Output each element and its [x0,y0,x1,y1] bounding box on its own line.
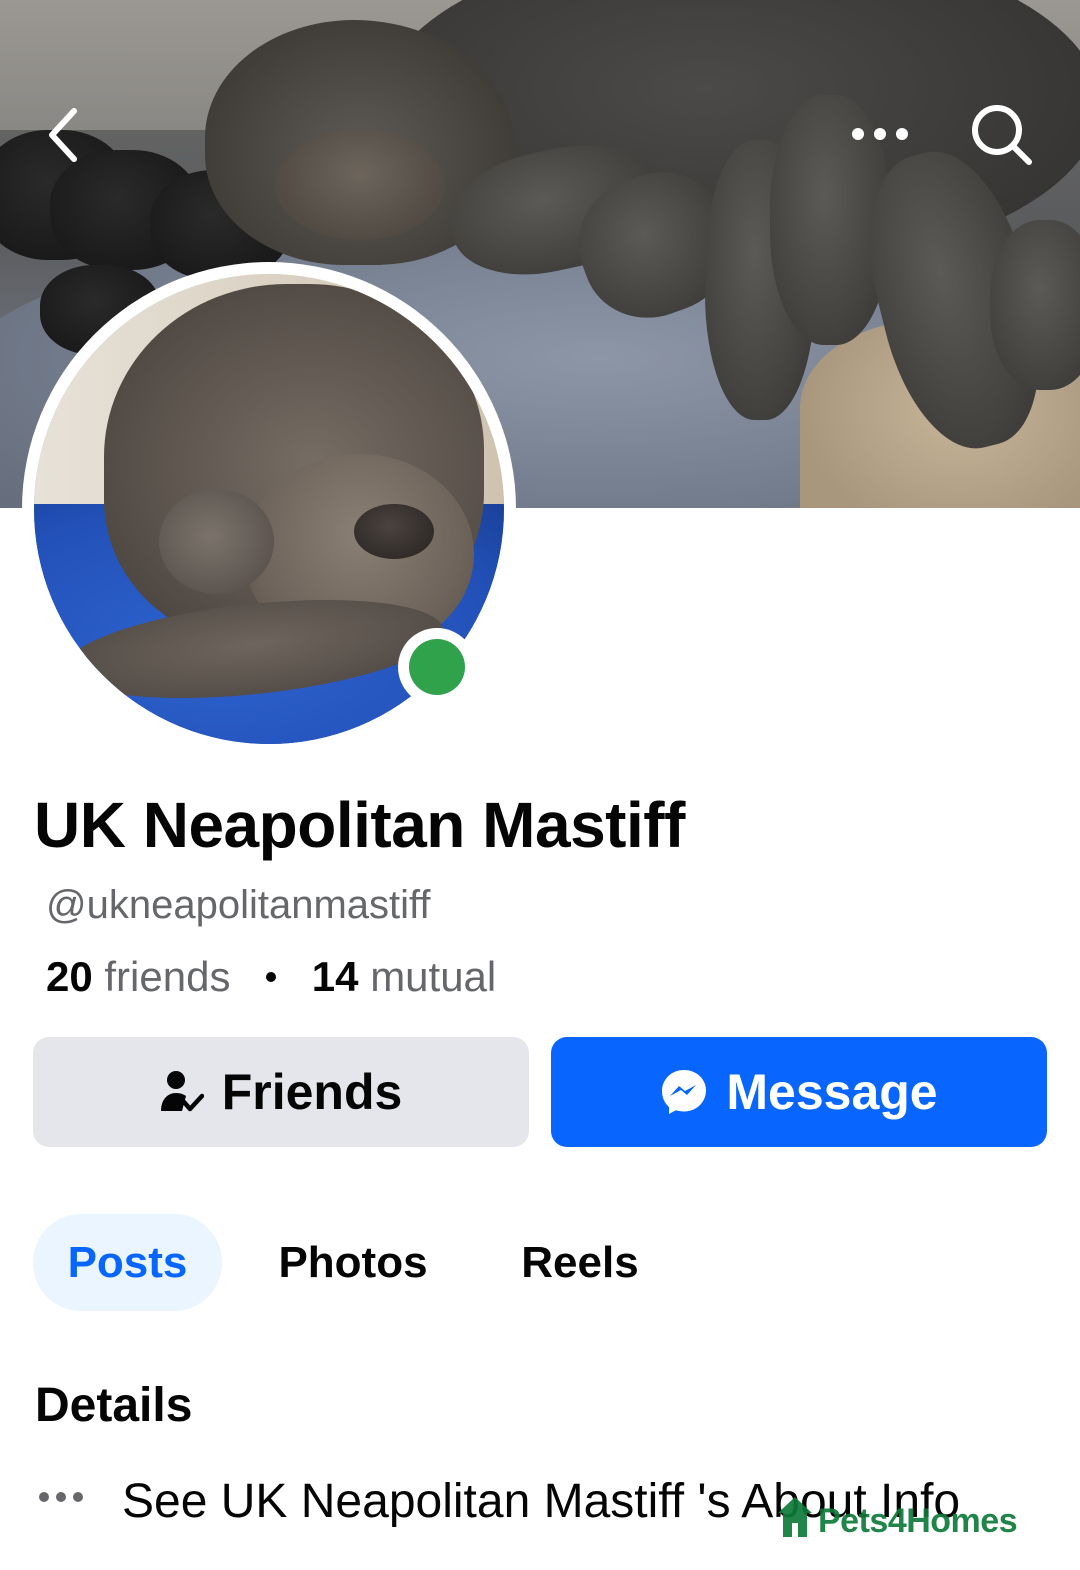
tab-photos[interactable]: Photos [258,1214,448,1311]
message-button[interactable]: Message [551,1037,1047,1147]
back-button[interactable] [22,93,106,177]
friends-label: friends [104,953,231,1000]
friends-button-label: Friends [221,1064,403,1120]
friends-summary[interactable]: 20 friends 14 mutual [46,953,496,1001]
house-logo-icon [776,1495,818,1548]
message-button-label: Message [726,1064,938,1120]
details-heading: Details [35,1379,193,1432]
tab-reels[interactable]: Reels [500,1214,660,1311]
separator-dot [266,971,277,982]
more-horizontal-icon [850,124,910,144]
chevron-left-icon [44,105,84,165]
messenger-icon [660,1068,708,1116]
profile-name: UK Neapolitan Mastiff [34,789,685,861]
more-options-button[interactable] [838,92,922,176]
more-horizontal-icon [38,1490,84,1509]
person-check-icon [160,1069,204,1115]
friends-button[interactable]: Friends [33,1037,529,1147]
cover-puppy [990,220,1080,390]
profile-username: @ukneapolitanmastiff [46,883,431,927]
search-button[interactable] [960,93,1044,177]
mutual-count: 14 [311,953,359,1000]
friends-count: 20 [46,953,93,1000]
watermark-text: Pets4Homes [818,1501,1018,1540]
search-icon [969,102,1035,168]
online-status-indicator [398,628,476,706]
pets4homes-watermark: Pets4Homes [776,1495,1018,1548]
online-dot-icon [409,639,465,695]
tab-posts[interactable]: Posts [33,1214,222,1311]
avatar-puppy-head [159,489,274,594]
avatar-dog-nose [354,504,434,559]
mutual-label: mutual [370,953,497,1000]
